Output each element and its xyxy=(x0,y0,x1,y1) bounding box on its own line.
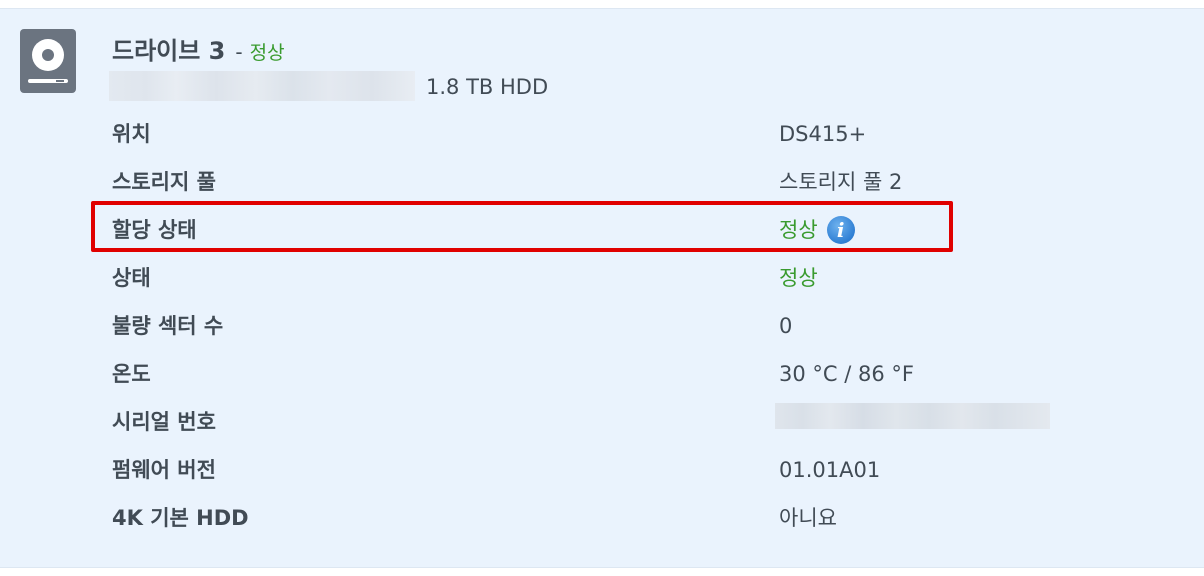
temperature-label: 온도 xyxy=(112,362,151,386)
detail-row-bad-sectors: 불량 섹터 수 0 xyxy=(112,302,932,350)
drive-title: 드라이브 3 - 정상 xyxy=(112,31,285,65)
firmware-value: 01.01A01 xyxy=(779,458,881,482)
bad-sectors-label: 불량 섹터 수 xyxy=(112,314,224,338)
redacted-serial-number xyxy=(775,403,1050,429)
detail-row-storage-pool: 스토리지 풀 스토리지 풀 2 xyxy=(112,158,932,206)
detail-row-native-4k: 4K 기본 HDD 아니요 xyxy=(112,494,932,542)
serial-number-label: 시리얼 번호 xyxy=(112,410,216,434)
temperature-value: 30 °C / 86 °F xyxy=(779,362,914,386)
native-4k-value: 아니요 xyxy=(779,506,837,530)
title-separator: - xyxy=(235,40,243,64)
detail-row-health-status: 상태 정상 xyxy=(112,254,932,302)
detail-row-firmware: 펌웨어 버전 01.01A01 xyxy=(112,446,932,494)
storage-pool-value: 스토리지 풀 2 xyxy=(779,170,903,194)
highlight-box xyxy=(91,201,953,252)
detail-row-temperature: 온도 30 °C / 86 °F xyxy=(112,350,932,398)
drive-detail-panel: 드라이브 3 - 정상 1.8 TB HDD 위치 DS415+ 스토리지 풀 … xyxy=(0,8,1204,568)
native-4k-label: 4K 기본 HDD xyxy=(112,506,249,530)
firmware-label: 펌웨어 버전 xyxy=(112,458,216,482)
health-status-value: 정상 xyxy=(779,266,818,290)
location-label: 위치 xyxy=(112,122,151,146)
storage-pool-label: 스토리지 풀 xyxy=(112,170,216,194)
drive-name: 드라이브 3 xyxy=(112,37,226,65)
health-status-label: 상태 xyxy=(112,266,151,290)
location-value: DS415+ xyxy=(779,122,867,146)
hard-disk-icon xyxy=(20,29,76,93)
redacted-model-name xyxy=(109,71,415,101)
drive-status: 정상 xyxy=(249,42,285,64)
drive-capacity: 1.8 TB HDD xyxy=(426,75,549,99)
bad-sectors-value: 0 xyxy=(779,314,793,338)
detail-row-location: 위치 DS415+ xyxy=(112,110,932,158)
